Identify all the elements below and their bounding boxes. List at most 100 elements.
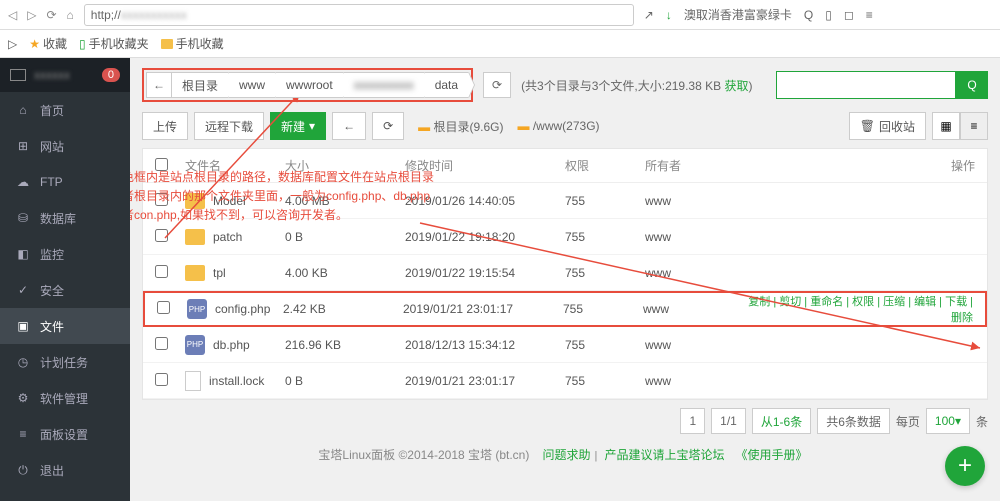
share-icon[interactable]: ↗ [644, 8, 654, 22]
breadcrumb-seg-0[interactable]: 根目录 [171, 72, 229, 98]
bookmark-toggle-icon[interactable]: ▷ [8, 37, 17, 51]
reload-icon[interactable]: ⟳ [46, 8, 56, 22]
add-button[interactable]: + [945, 446, 985, 486]
browser-right: ↗ ↓ 澳取消香港富豪绿卡 Q ▯ ◻ ≡ [644, 6, 873, 23]
file-perm: 755 [563, 302, 643, 316]
row-checkbox[interactable] [155, 337, 168, 350]
row-checkbox[interactable] [157, 301, 170, 314]
sidebar-item-8[interactable]: ⚙软件管理 [0, 380, 130, 416]
col-owner[interactable]: 所有者 [645, 157, 745, 174]
sidebar-item-7[interactable]: ◷计划任务 [0, 344, 130, 380]
search-button[interactable]: Q [956, 71, 988, 99]
nav-back-button[interactable]: ← [332, 112, 366, 140]
folder-icon [185, 229, 205, 245]
refresh-button[interactable]: ⟳ [483, 72, 511, 98]
help-link[interactable]: 问题求助 [543, 448, 591, 462]
table-header: 文件名 大小 修改时间 权限 所有者 操作 [143, 149, 987, 183]
panel-name: xxxxxx [34, 68, 94, 82]
page-total: 1/1 [711, 408, 746, 434]
file-name: db.php [213, 338, 250, 352]
sidebar-label: 安全 [40, 282, 64, 299]
sidebar-item-10[interactable]: ⏻ 退出 [0, 452, 130, 488]
sidebar-item-2[interactable]: ☁FTP [0, 164, 130, 200]
col-size[interactable]: 大小 [285, 157, 405, 174]
breadcrumb-seg-4[interactable]: data [424, 72, 469, 98]
file-ops[interactable]: 复制 | 剪切 | 重命名 | 权限 | 压缩 | 编辑 | 下载 | 删除 [743, 293, 973, 325]
trash-button[interactable]: 🗑 回收站 [849, 112, 926, 140]
www-info[interactable]: ▬ /www(273G) [518, 119, 600, 133]
back-icon[interactable]: ◁ [8, 8, 17, 22]
table-row[interactable]: tpl4.00 KB2019/01/22 19:15:54755www [143, 255, 987, 291]
upload-button[interactable]: 上传 [142, 112, 188, 140]
row-checkbox[interactable] [155, 265, 168, 278]
mobile-bookmarks[interactable]: 手机收藏 [161, 35, 224, 52]
phone-icon[interactable]: ▯ [825, 8, 832, 22]
mobile-folder[interactable]: ▯手机收藏夹 [79, 35, 149, 52]
breadcrumb-seg-1[interactable]: www [228, 72, 276, 98]
manual-link[interactable]: 《使用手册》 [736, 448, 808, 462]
logo-icon [10, 69, 26, 81]
select-all-checkbox[interactable] [155, 158, 168, 171]
table-row[interactable]: PHPdb.php216.96 KB2018/12/13 15:34:12755… [143, 327, 987, 363]
menu-icon[interactable]: ≡ [866, 8, 873, 22]
col-name[interactable]: 文件名 [185, 157, 285, 174]
sidebar-label: 退出 [40, 462, 64, 479]
file-owner: www [645, 374, 745, 388]
grid-view-button[interactable]: ▦ [932, 112, 960, 140]
suggest-link[interactable]: 产品建议请上宝塔论坛 [604, 448, 724, 462]
sidebar-icon: ✓ [16, 283, 30, 297]
table-row[interactable]: Model4.00 MB2019/01/26 14:40:05755www [143, 183, 987, 219]
file-size: 2.42 KB [283, 302, 403, 316]
sidebar-item-5[interactable]: ✓ 安全 [0, 272, 130, 308]
get-size-link[interactable]: 获取 [724, 79, 748, 93]
row-checkbox[interactable] [155, 193, 168, 206]
new-button[interactable]: 新建 ▾ [270, 112, 326, 140]
sidebar-item-0[interactable]: ⌂首页 [0, 92, 130, 128]
window-icon[interactable]: ◻ [844, 8, 854, 22]
table-row[interactable]: PHPconfig.php2.42 KB2019/01/21 23:01:177… [143, 291, 987, 327]
sidebar-item-3[interactable]: ⛁数据库 [0, 200, 130, 236]
list-view-button[interactable]: ≡ [960, 112, 988, 140]
toolbar: 上传 远程下载 新建 ▾ ← ⟳ ▬ 根目录(9.6G) ▬ /www(273G… [142, 112, 988, 140]
file-size: 4.00 MB [285, 194, 405, 208]
breadcrumb-seg-2[interactable]: wwwroot [275, 72, 344, 98]
bookmark-bar: ▷ ★收藏 ▯手机收藏夹 手机收藏 [0, 30, 1000, 58]
sidebar-label: 计划任务 [40, 354, 88, 371]
remote-download-button[interactable]: 远程下载 [194, 112, 264, 140]
search-input[interactable] [776, 71, 956, 99]
folder-icon [185, 193, 205, 209]
per-page-select[interactable]: 100 ▾ [926, 408, 970, 434]
sidebar-item-9[interactable]: ≡面板设置 [0, 416, 130, 452]
file-owner: www [645, 338, 745, 352]
file-name: config.php [215, 302, 270, 316]
row-checkbox[interactable] [155, 229, 168, 242]
row-checkbox[interactable] [155, 373, 168, 386]
sidebar-item-1[interactable]: ⊞网站 [0, 128, 130, 164]
sidebar-label: 面板设置 [40, 426, 88, 443]
sidebar-item-4[interactable]: ◧监控 [0, 236, 130, 272]
breadcrumb-seg-3[interactable]: xxxxxxxxxx [343, 72, 425, 98]
page-1[interactable]: 1 [680, 408, 705, 434]
table-row[interactable]: patch0 B2019/01/22 19:18:20755www [143, 219, 987, 255]
file-perm: 755 [565, 230, 645, 244]
notification-badge[interactable]: 0 [102, 68, 120, 82]
favorites[interactable]: ★收藏 [29, 35, 67, 52]
down-arrow-icon[interactable]: ↓ [666, 8, 672, 22]
breadcrumb-back[interactable]: ← [146, 72, 172, 98]
file-owner: www [645, 230, 745, 244]
file-name: patch [213, 230, 242, 244]
col-perm[interactable]: 权限 [565, 157, 645, 174]
sidebar-icon: ⏻ [16, 463, 30, 478]
sidebar-icon: ◧ [16, 247, 30, 261]
sidebar-icon: ⊞ [16, 139, 30, 153]
table-row[interactable]: install.lock0 B2019/01/21 23:01:17755www [143, 363, 987, 399]
sidebar-item-6[interactable]: ▣文件 [0, 308, 130, 344]
nav-refresh-button[interactable]: ⟳ [372, 112, 404, 140]
home-icon[interactable]: ⌂ [67, 8, 74, 22]
search-icon[interactable]: Q [804, 8, 813, 22]
col-time[interactable]: 修改时间 [405, 157, 565, 174]
forward-icon[interactable]: ▷ [27, 8, 36, 22]
search-hint[interactable]: 澳取消香港富豪绿卡 [684, 6, 792, 23]
url-bar[interactable]: http;// xxxxxxxxxxx [84, 4, 634, 26]
rootdir-info[interactable]: ▬ 根目录(9.6G) [418, 118, 503, 135]
